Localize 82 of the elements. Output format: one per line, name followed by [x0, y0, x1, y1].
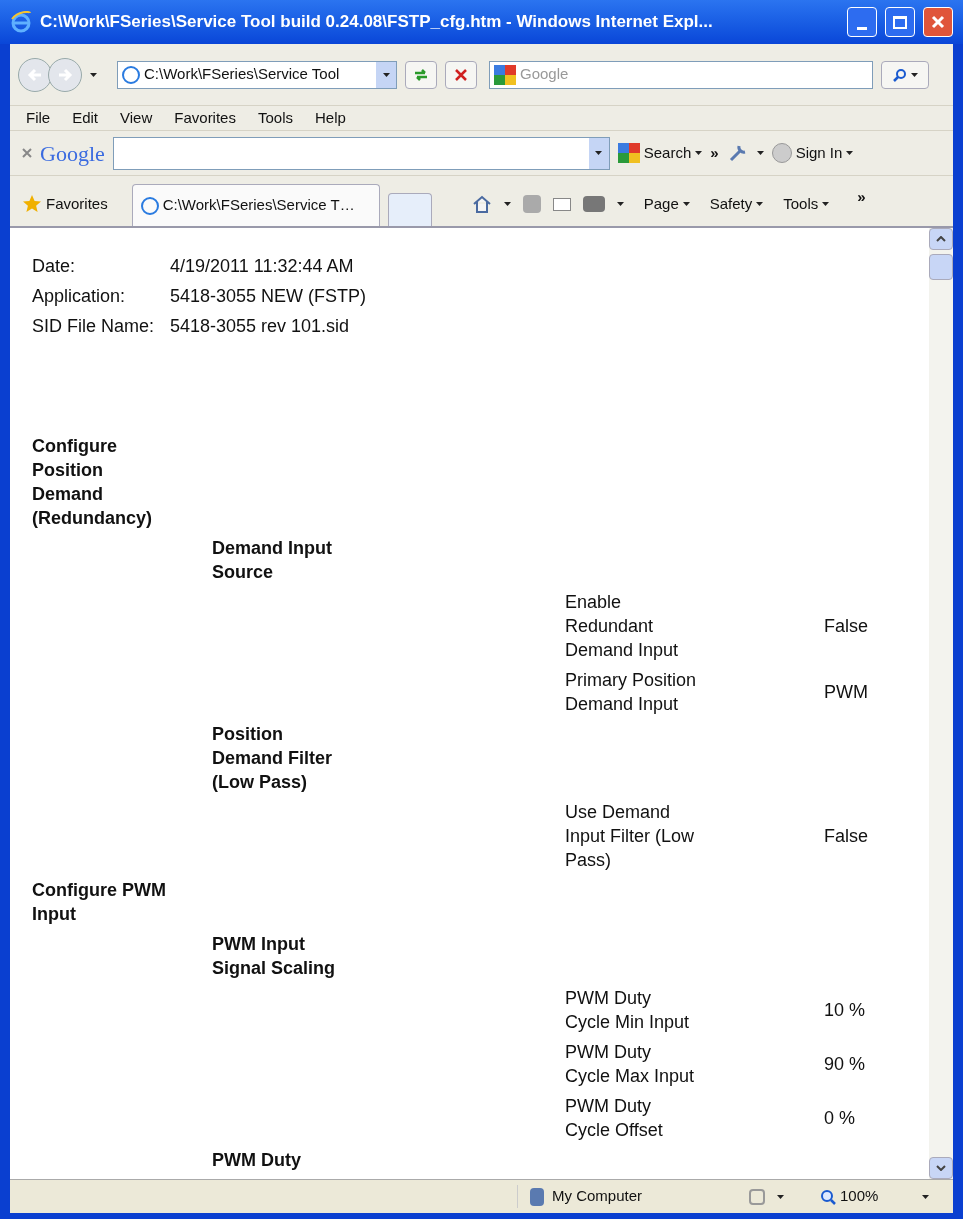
section-heading: Configure PWM Input — [32, 879, 167, 926]
info-label: SID File Name: — [32, 315, 156, 338]
info-label: Application: — [32, 285, 127, 308]
caret-icon — [503, 202, 511, 206]
favorites-button[interactable]: Favorites — [22, 182, 108, 226]
setting-name: PWM Duty Cycle Max Input — [565, 1041, 696, 1088]
menu-item[interactable]: File — [26, 106, 51, 130]
maximize-button[interactable] — [885, 7, 915, 37]
caret-icon — [756, 202, 764, 206]
more-button[interactable]: » — [857, 186, 866, 209]
caret-icon — [922, 1194, 929, 1199]
window-title: C:\Work\FSeries\Service Tool build 0.24.08\FSTP_cfg.htm - Windows Internet Expl... — [40, 11, 714, 34]
refresh-arrows-icon — [413, 67, 429, 82]
zoom-button[interactable]: 100% — [820, 1185, 910, 1208]
stop-button[interactable] — [445, 60, 477, 89]
setting-value: False — [824, 825, 869, 848]
sign-in-button[interactable]: Sign In — [771, 141, 854, 165]
caret-icon — [756, 151, 764, 155]
setting-value: 0 % — [824, 1107, 857, 1130]
more-button[interactable]: » — [710, 141, 719, 165]
caret-icon — [695, 151, 703, 155]
browser-tab[interactable]: C:\Work\FSeries\Service T… — [131, 184, 380, 226]
info-label: Date: — [32, 255, 77, 278]
google-search-field[interactable] — [112, 136, 610, 170]
menu-item[interactable]: Help — [315, 106, 346, 130]
setting-value: PWM — [824, 681, 869, 704]
menu-item[interactable]: View — [120, 106, 153, 130]
scroll-thumb[interactable] — [929, 254, 953, 280]
close-icon — [931, 15, 945, 29]
new-tab-button[interactable] — [387, 193, 432, 226]
caret-icon — [846, 151, 854, 155]
vertical-scrollbar[interactable] — [929, 228, 953, 1179]
setting-name: Enable Redundant Demand Input — [565, 591, 680, 662]
stop-cross-icon — [455, 68, 467, 81]
search-provider-icon — [494, 64, 516, 85]
magnifier-icon — [820, 1188, 836, 1205]
search-button[interactable] — [881, 60, 929, 89]
command-menu[interactable]: Safety — [709, 192, 764, 216]
caret-icon — [616, 202, 624, 206]
browser-logo-icon — [10, 11, 32, 33]
menu-item[interactable]: Favorites — [174, 106, 236, 130]
subsection-heading: PWM Input Signal Scaling — [212, 933, 337, 980]
setting-name: Use Demand Input Filter (Low Pass) — [565, 801, 696, 872]
caret-icon — [910, 72, 918, 77]
setting-value: 10 % — [824, 999, 867, 1022]
address-field[interactable]: C:\Work\FSeries\Service Tool — [117, 60, 397, 89]
web-search-input[interactable]: Google — [520, 63, 872, 86]
caret-icon — [777, 1194, 784, 1199]
back-button[interactable] — [18, 57, 52, 92]
subsection-heading: Demand Input Source — [212, 537, 333, 584]
minimize-button[interactable] — [847, 7, 877, 37]
setting-value: 90 % — [824, 1053, 867, 1076]
command-menu[interactable]: Tools — [783, 192, 830, 216]
google-search-button[interactable]: Search — [617, 141, 703, 165]
subsection-heading: Position Demand Filter (Low Pass) — [212, 723, 334, 794]
setting-name: Primary Position Demand Input — [565, 669, 698, 716]
command-menu[interactable]: Page — [643, 192, 690, 216]
caret-icon — [682, 202, 690, 206]
menu-item[interactable]: Tools — [257, 106, 293, 130]
forward-button[interactable] — [48, 57, 82, 92]
subsection-heading: PWM Duty — [212, 1149, 302, 1172]
caret-icon — [382, 72, 390, 77]
home-icon[interactable] — [471, 195, 492, 213]
info-value: 5418-3055 rev 101.sid — [170, 315, 350, 338]
google-logo: Google — [40, 139, 105, 168]
setting-name: PWM Duty Cycle Min Input — [565, 987, 691, 1034]
caret-icon — [90, 72, 97, 77]
info-value: 5418-3055 NEW (FSTP) — [170, 285, 367, 308]
info-value: 4/19/2011 11:32:44 AM — [170, 255, 354, 278]
search-icon — [892, 67, 907, 82]
menu-item[interactable]: Edit — [72, 106, 99, 130]
setting-value: False — [824, 615, 869, 638]
caret-icon — [595, 151, 603, 155]
status-zone: My Computer — [517, 1185, 737, 1208]
section-heading: Configure Position Demand (Redundancy) — [32, 435, 153, 530]
setting-name: PWM Duty Cycle Offset — [565, 1095, 664, 1142]
web-search-field[interactable]: Google — [489, 60, 873, 89]
close-button[interactable] — [923, 7, 953, 37]
close-icon[interactable] — [22, 148, 32, 158]
caret-icon — [822, 202, 830, 206]
star-icon — [22, 194, 42, 214]
refresh-button[interactable] — [405, 60, 437, 89]
